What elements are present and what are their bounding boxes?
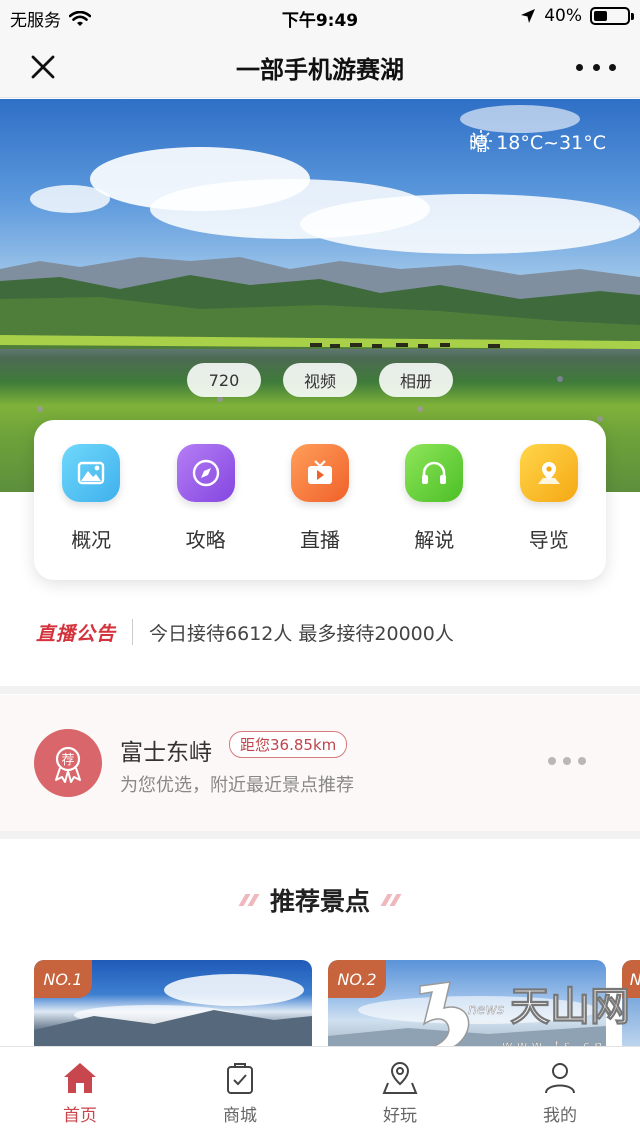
shop-bag-icon (227, 1063, 253, 1094)
tianshan-watermark-logo: news 天山网 w w w . t s . c n (419, 981, 630, 1054)
menu-guide[interactable]: 攻略 (156, 444, 256, 553)
notice-text: 今日接待6612人 最多接待20000人 (149, 622, 454, 645)
recommend-badge-icon: 荐 (34, 729, 102, 797)
recommend-card[interactable]: 荐 富士东峙 距您36.85km 为您优选，附近最近景点推荐 (0, 695, 640, 831)
spot-card[interactable]: NO.1 (34, 960, 312, 1046)
media-pills: 720 视频 相册 (0, 363, 640, 397)
status-bar: 无服务 下午9:49 40% (0, 0, 640, 34)
weather-temperature: 18°C~31°C (496, 131, 606, 154)
watermark-brand: 天山网 (510, 983, 630, 1030)
more-dots-icon (548, 757, 556, 765)
title-decoration-right (380, 894, 402, 906)
status-right: 40% (520, 6, 634, 26)
close-icon (31, 55, 55, 79)
notice-divider (132, 619, 134, 645)
location-arrow-icon (521, 9, 536, 23)
menu-label: 解说 (414, 528, 455, 552)
recommend-description: 为您优选，附近最近景点推荐 (120, 775, 354, 796)
battery-percent: 40% (544, 6, 582, 26)
tab-home[interactable]: 首页 (0, 1047, 160, 1138)
landscape-icon (62, 444, 121, 502)
pill-album[interactable]: 相册 (379, 363, 453, 397)
spot-rank-badge: NO.2 (328, 960, 386, 998)
pill-video[interactable]: 视频 (283, 363, 357, 397)
tab-shop[interactable]: 商城 (160, 1047, 320, 1138)
menu-label: 直播 (299, 528, 340, 552)
section-divider (0, 686, 640, 694)
menu-audio-guide[interactable]: 解说 (384, 444, 484, 553)
section-title: 推荐景点 (269, 887, 370, 916)
title-decoration-left (238, 894, 260, 906)
watermark-news: news (468, 1002, 504, 1018)
recommend-more-button[interactable] (548, 757, 586, 765)
notice-tag: 直播公告 (36, 622, 117, 645)
menu-overview[interactable]: 概况 (41, 444, 141, 553)
close-button[interactable] (26, 50, 60, 84)
more-button[interactable] (576, 52, 616, 82)
tab-label: 我的 (543, 1106, 577, 1126)
tab-label: 首页 (63, 1106, 97, 1126)
recommend-spot-name: 富士东峙 (120, 740, 212, 766)
section-header: 推荐景点 (0, 882, 640, 918)
weather-widget: 晴 18°C~31°C (469, 129, 606, 156)
menu-label: 导览 (528, 528, 569, 552)
battery-level (594, 11, 607, 21)
tab-label: 商城 (223, 1106, 257, 1126)
menu-label: 攻略 (185, 528, 226, 552)
section-divider (0, 831, 640, 839)
tab-fun[interactable]: 好玩 (320, 1047, 480, 1138)
map-pin-icon (519, 444, 578, 502)
tab-label: 好玩 (383, 1106, 417, 1126)
tab-bar: 首页 商城 好玩 我的 (0, 1046, 640, 1138)
sun-icon (470, 130, 493, 152)
home-icon (64, 1063, 96, 1093)
menu-label: 概况 (71, 528, 112, 552)
navigation-bar: 一部手机游赛湖 (0, 34, 640, 98)
tv-icon (290, 444, 349, 502)
quick-menu: 概况 攻略 直播 解说 导览 (34, 420, 606, 580)
headphones-icon (405, 444, 464, 502)
recommend-badge-text: 荐 (61, 753, 74, 768)
live-notice[interactable]: 直播公告 今日接待6612人 最多接待20000人 (36, 604, 626, 660)
pill-720[interactable]: 720 (187, 363, 261, 397)
menu-navigation[interactable]: 导览 (499, 444, 599, 553)
carrier-text: 无服务 (10, 11, 61, 31)
distance-badge: 距您36.85km (229, 731, 348, 758)
page-title: 一部手机游赛湖 (236, 56, 404, 84)
status-left: 无服务 (10, 6, 91, 31)
spot-rank-badge: NO.1 (34, 960, 92, 998)
menu-live[interactable]: 直播 (270, 444, 370, 553)
tab-mine[interactable]: 我的 (480, 1047, 640, 1138)
map-location-icon (382, 1061, 418, 1094)
compass-icon (176, 444, 235, 502)
more-icon (576, 63, 583, 71)
wifi-icon (69, 10, 91, 26)
user-icon (545, 1063, 575, 1094)
battery-icon (590, 7, 634, 25)
